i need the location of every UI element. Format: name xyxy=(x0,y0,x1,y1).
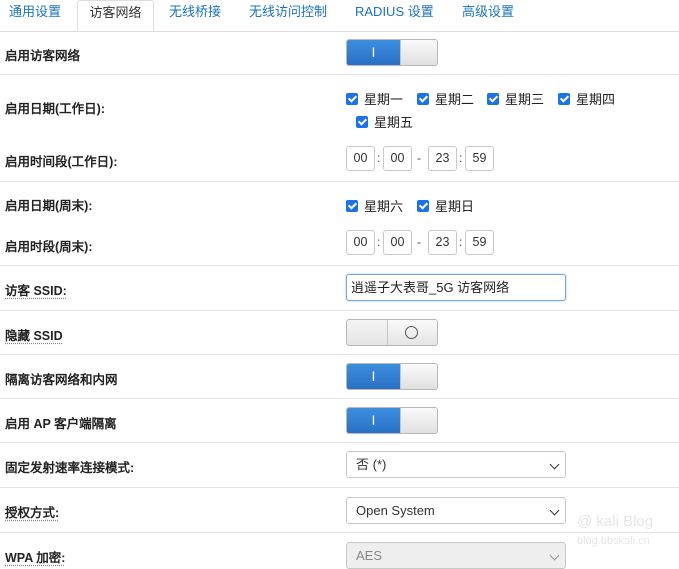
weekend-time-label: 启用时段(周末): xyxy=(5,240,93,254)
checkbox-friday[interactable]: 星期五 xyxy=(356,112,413,131)
weekday-start-minute-input[interactable]: 00 xyxy=(383,146,412,171)
row-ap-isolate: 启用 AP 客户端隔离 I xyxy=(0,399,679,443)
checkbox-sunday[interactable]: 星期日 xyxy=(417,196,474,215)
guest-ssid-label: 访客 SSID: xyxy=(5,284,67,298)
checkbox-wednesday[interactable]: 星期三 xyxy=(487,89,544,108)
row-weekend-time: 启用时段(周末): 00 : 00 - 23 : 59 xyxy=(0,222,679,266)
row-weekday-days: 启用日期(工作日): 星期一 星期二 星期三 星期四 星期五 xyxy=(0,75,679,137)
ap-isolate-label: 启用 AP 客户端隔离 xyxy=(5,417,117,431)
weekend-end-hour-input[interactable]: 23 xyxy=(428,230,457,255)
toggle-knob xyxy=(400,40,437,65)
ap-isolate-toggle[interactable]: I xyxy=(346,407,438,434)
enable-guest-toggle[interactable]: I xyxy=(346,39,438,66)
checkbox-checked-icon xyxy=(346,199,358,212)
auth-label: 授权方式: xyxy=(5,506,60,520)
toggle-knob xyxy=(400,364,437,389)
checkbox-checked-icon xyxy=(346,92,358,105)
checkbox-checked-icon xyxy=(356,115,368,128)
weekend-start-hour-input[interactable]: 00 xyxy=(346,230,375,255)
hide-ssid-toggle[interactable] xyxy=(346,319,438,346)
toggle-off-circle-icon xyxy=(405,326,418,339)
fixed-rate-label: 固定发射速率连接模式: xyxy=(5,461,135,475)
weekday-days-label: 启用日期(工作日): xyxy=(5,102,105,116)
watermark: @ kali Blog xyxy=(577,513,654,530)
checkbox-label: 星期六 xyxy=(364,199,404,214)
watermark-url: blog.bbskali.cn xyxy=(577,535,650,547)
tab-general[interactable]: 通用设置 xyxy=(9,0,61,30)
row-weekday-time: 启用时间段(工作日): 00 : 00 - 23 : 59 xyxy=(0,137,679,182)
tab-wireless-access-control[interactable]: 无线访问控制 xyxy=(249,0,327,30)
row-enable-guest: 启用访客网络 I xyxy=(0,31,679,75)
wpa-select[interactable]: AES xyxy=(346,542,566,569)
hide-ssid-label: 隐藏 SSID xyxy=(5,329,63,343)
checkbox-thursday[interactable]: 星期四 xyxy=(558,89,615,108)
weekend-end-minute-input[interactable]: 59 xyxy=(465,230,494,255)
select-value: Open System xyxy=(356,503,435,518)
toggle-on-indicator: I xyxy=(347,408,400,433)
time-colon: : xyxy=(377,235,381,249)
chevron-down-icon xyxy=(549,505,560,516)
select-value: 否 (*) xyxy=(356,457,387,472)
isolate-toggle[interactable]: I xyxy=(346,363,438,390)
toggle-knob xyxy=(400,408,437,433)
select-value: AES xyxy=(356,548,383,563)
weekday-time-label: 启用时间段(工作日): xyxy=(5,155,118,169)
tab-wireless-bridge[interactable]: 无线桥接 xyxy=(169,0,221,30)
row-isolate: 隔离访客网络和内网 I xyxy=(0,355,679,399)
checkbox-monday[interactable]: 星期一 xyxy=(346,89,403,108)
weekend-days-label: 启用日期(周末): xyxy=(5,199,93,213)
row-hide-ssid: 隐藏 SSID xyxy=(0,311,679,355)
chevron-down-icon xyxy=(549,459,560,470)
checkbox-label: 星期四 xyxy=(576,92,616,107)
guest-ssid-input[interactable]: 逍遥子大表哥_5G 访客网络 xyxy=(346,274,566,301)
toggle-on-indicator: I xyxy=(347,40,400,65)
toggle-on-indicator: I xyxy=(347,364,400,389)
checkbox-tuesday[interactable]: 星期二 xyxy=(417,89,474,108)
checkbox-label: 星期日 xyxy=(435,199,475,214)
time-colon: : xyxy=(459,235,463,249)
auth-select[interactable]: Open System xyxy=(346,497,566,524)
checkbox-label: 星期二 xyxy=(435,92,475,107)
weekday-start-hour-input[interactable]: 00 xyxy=(346,146,375,171)
time-colon: : xyxy=(459,151,463,165)
time-dash: - xyxy=(417,151,421,165)
checkbox-checked-icon xyxy=(558,92,570,105)
tab-guest-network[interactable]: 访客网络 xyxy=(77,0,154,31)
wpa-label: WPA 加密: xyxy=(5,551,66,565)
row-weekend-days: 启用日期(周末): 星期六 星期日 xyxy=(0,182,679,222)
checkbox-label: 星期三 xyxy=(505,92,545,107)
checkbox-label: 星期一 xyxy=(364,92,404,107)
weekday-end-minute-input[interactable]: 59 xyxy=(465,146,494,171)
checkbox-checked-icon xyxy=(417,92,429,105)
weekend-start-minute-input[interactable]: 00 xyxy=(383,230,412,255)
time-colon: : xyxy=(377,151,381,165)
time-dash: - xyxy=(417,235,421,249)
row-fixed-rate: 固定发射速率连接模式: 否 (*) xyxy=(0,443,679,488)
chevron-down-icon xyxy=(549,550,560,561)
row-guest-ssid: 访客 SSID: 逍遥子大表哥_5G 访客网络 xyxy=(0,266,679,311)
tab-advanced[interactable]: 高级设置 xyxy=(462,0,514,30)
weekday-end-hour-input[interactable]: 23 xyxy=(428,146,457,171)
checkbox-label: 星期五 xyxy=(374,115,414,130)
checkbox-checked-icon xyxy=(417,199,429,212)
tab-radius[interactable]: RADIUS 设置 xyxy=(355,0,434,30)
isolate-label: 隔离访客网络和内网 xyxy=(5,373,118,387)
fixed-rate-select[interactable]: 否 (*) xyxy=(346,451,566,478)
checkbox-checked-icon xyxy=(487,92,499,105)
enable-guest-label: 启用访客网络 xyxy=(5,49,81,63)
checkbox-saturday[interactable]: 星期六 xyxy=(346,196,403,215)
tab-bar: 通用设置 访客网络 无线桥接 无线访问控制 RADIUS 设置 高级设置 xyxy=(0,0,679,32)
